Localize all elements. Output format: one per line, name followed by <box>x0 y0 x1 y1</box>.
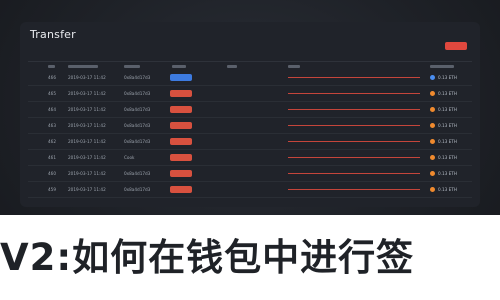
address-link[interactable] <box>288 109 420 111</box>
token-icon <box>430 171 435 176</box>
table-row[interactable]: 466 2019-03-17 11:42 0x8a4d17d3 0.13 ETH <box>20 70 480 86</box>
status-badge <box>170 122 192 129</box>
row-amount: 0.13 ETH <box>438 123 458 128</box>
table-row[interactable]: 464 2019-03-17 11:42 0x8a4d17d3 0.13 ETH <box>20 102 480 118</box>
column-header-from <box>227 65 237 68</box>
column-header-method <box>124 65 140 68</box>
status-badge <box>170 90 192 97</box>
row-number: 466 <box>48 75 56 80</box>
address-link[interactable] <box>288 157 420 159</box>
row-number: 465 <box>48 91 56 96</box>
token-icon <box>430 123 435 128</box>
status-badge <box>170 154 192 161</box>
column-header-date <box>68 65 98 68</box>
table-row[interactable]: 461 2019-03-17 11:42 Cook 0.13 ETH <box>20 150 480 166</box>
row-number: 463 <box>48 123 56 128</box>
status-badge <box>170 106 192 113</box>
table-row[interactable]: 462 2019-03-17 11:42 0x8a4d17d3 0.13 ETH <box>20 134 480 150</box>
row-divider <box>28 197 472 198</box>
panel-title: Transfer <box>30 28 76 41</box>
address-link[interactable] <box>288 189 420 191</box>
row-amount: 0.13 ETH <box>438 187 458 192</box>
row-date: 2019-03-17 11:42 <box>68 187 106 192</box>
table-row[interactable]: 465 2019-03-17 11:42 0x8a4d17d3 0.13 ETH <box>20 86 480 102</box>
token-icon <box>430 91 435 96</box>
status-badge <box>170 170 192 177</box>
row-method: 0x8a4d17d3 <box>124 123 151 128</box>
row-amount: 0.13 ETH <box>438 155 458 160</box>
address-link[interactable] <box>288 77 420 79</box>
address-link[interactable] <box>288 93 420 95</box>
row-date: 2019-03-17 11:42 <box>68 91 106 96</box>
column-header-number <box>48 65 55 68</box>
row-method: 0x8a4d17d3 <box>124 139 151 144</box>
row-amount: 0.13 ETH <box>438 139 458 144</box>
status-badge <box>170 138 192 145</box>
column-header-to <box>288 65 300 68</box>
table-row[interactable]: 460 2019-03-17 11:42 0x8a4d17d3 0.13 ETH <box>20 166 480 182</box>
status-badge <box>170 186 192 193</box>
row-date: 2019-03-17 11:42 <box>68 75 106 80</box>
row-date: 2019-03-17 11:42 <box>68 155 106 160</box>
table-row[interactable]: 463 2019-03-17 11:42 0x8a4d17d3 0.13 ETH <box>20 118 480 134</box>
row-number: 464 <box>48 107 56 112</box>
token-icon <box>430 75 435 80</box>
article-title: V2:如何在钱包中进行签 <box>0 236 415 279</box>
header-divider <box>28 61 472 62</box>
table-row[interactable]: 459 2019-03-17 11:42 0x8a4d17d3 0.13 ETH <box>20 182 480 198</box>
address-link[interactable] <box>288 125 420 127</box>
row-number: 459 <box>48 187 56 192</box>
row-number: 462 <box>48 139 56 144</box>
row-method: Cook <box>124 155 135 160</box>
row-amount: 0.13 ETH <box>438 107 458 112</box>
row-date: 2019-03-17 11:42 <box>68 139 106 144</box>
row-date: 2019-03-17 11:42 <box>68 107 106 112</box>
address-link[interactable] <box>288 173 420 175</box>
token-icon <box>430 187 435 192</box>
column-header-status <box>172 65 186 68</box>
row-amount: 0.13 ETH <box>438 91 458 96</box>
row-date: 2019-03-17 11:42 <box>68 123 106 128</box>
row-amount: 0.13 ETH <box>438 171 458 176</box>
row-method: 0x8a4d17d3 <box>124 91 151 96</box>
row-amount: 0.13 ETH <box>438 75 458 80</box>
row-method: 0x8a4d17d3 <box>124 75 151 80</box>
title-strip: V2:如何在钱包中进行签 <box>0 215 500 300</box>
token-icon <box>430 139 435 144</box>
transfer-panel: Transfer 466 2019-03-17 11:42 0x8a4d17d3 0.… <box>20 22 480 207</box>
address-link[interactable] <box>288 141 420 143</box>
action-button[interactable] <box>445 42 467 50</box>
token-icon <box>430 155 435 160</box>
row-method: 0x8a4d17d3 <box>124 171 151 176</box>
row-date: 2019-03-17 11:42 <box>68 171 106 176</box>
row-method: 0x8a4d17d3 <box>124 187 151 192</box>
row-method: 0x8a4d17d3 <box>124 107 151 112</box>
status-badge <box>170 74 192 81</box>
row-number: 460 <box>48 171 56 176</box>
column-header-amount <box>430 65 454 68</box>
token-icon <box>430 107 435 112</box>
row-number: 461 <box>48 155 56 160</box>
